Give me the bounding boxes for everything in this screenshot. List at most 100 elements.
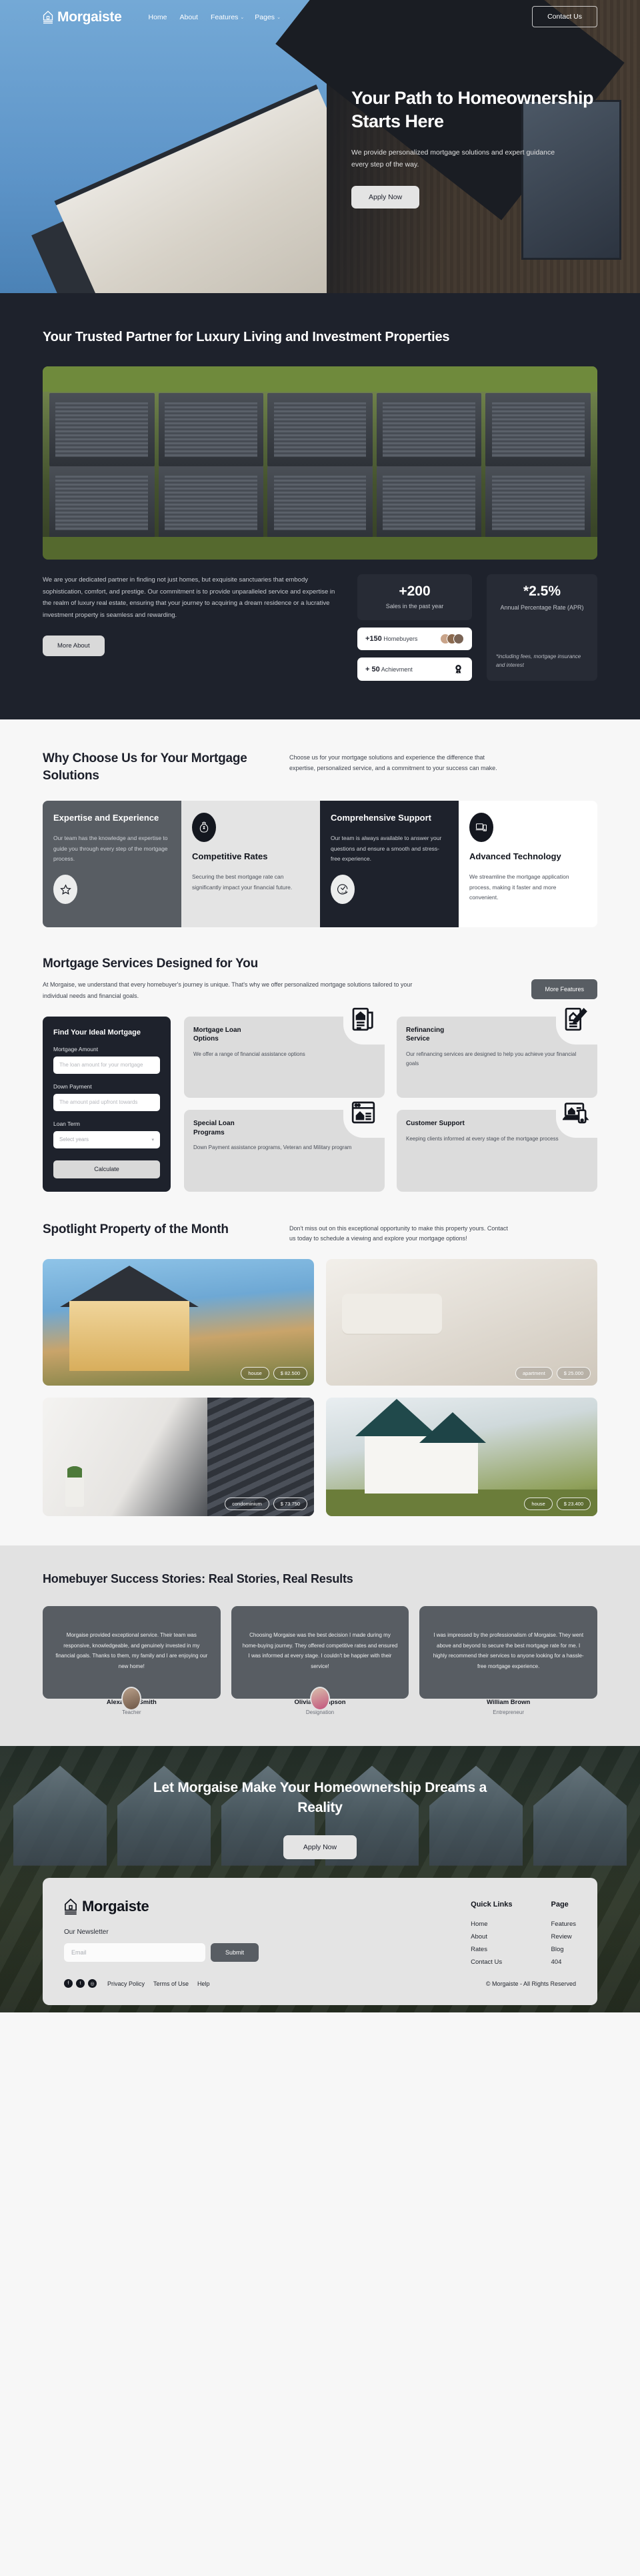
loan-term-select[interactable]: Select years ▾ <box>53 1130 160 1148</box>
footer-link-contact[interactable]: Contact Us <box>471 1958 512 1966</box>
sales-stat-value: +200 <box>399 584 431 599</box>
page-root: Morgaiste Home About Features ⌄ Pages ⌄ <box>0 0 640 2012</box>
property-tags: house $ 82.500 <box>241 1367 307 1380</box>
testimonial-quote: Morgaise provided exceptional service. T… <box>55 1632 208 1669</box>
why-card-rates[interactable]: Competitive Rates Securing the best mort… <box>181 801 320 928</box>
laptop-phone-icon <box>563 1102 589 1124</box>
hero-apply-now-button[interactable]: Apply Now <box>351 185 420 209</box>
loan-term-value: Select years <box>59 1136 89 1143</box>
why-card-title: Comprehensive Support <box>331 813 431 823</box>
social-links: f t ◎ <box>64 1979 97 1988</box>
property-card[interactable]: house $ 82.500 <box>43 1259 314 1386</box>
footer-link-review[interactable]: Review <box>551 1933 577 1940</box>
why-card-technology[interactable]: Advanced Technology We streamline the mo… <box>459 801 597 928</box>
why-card-support[interactable]: Comprehensive Support Our team is always… <box>320 801 459 928</box>
spotlight-body: Don't miss out on this exceptional oppor… <box>289 1224 508 1242</box>
property-card[interactable]: apartment $ 25.000 <box>326 1259 597 1386</box>
testimonials-grid: Morgaise provided exceptional service. T… <box>43 1606 597 1715</box>
hero-title: Your Path to Homeownership Starts Here <box>351 88 594 131</box>
down-payment-input[interactable] <box>53 1093 160 1111</box>
spotlight-section: Spotlight Property of the Month Don't mi… <box>0 1192 640 1517</box>
why-card-title: Advanced Technology <box>469 851 561 862</box>
services-section: Mortgage Services Designed for You At Mo… <box>0 927 640 1192</box>
property-card[interactable]: condominium $ 73.750 <box>43 1398 314 1517</box>
about-body: We are your dedicated partner in finding… <box>43 576 335 619</box>
homebuyers-value: +150 <box>365 635 382 643</box>
property-price-badge: $ 23.400 <box>556 1498 591 1511</box>
property-price-badge: $ 82.500 <box>273 1367 307 1380</box>
help-link[interactable]: Help <box>197 1980 210 1987</box>
mortgage-amount-input[interactable] <box>53 1056 160 1074</box>
about-heading: Your Trusted Partner for Luxury Living a… <box>43 330 450 344</box>
instagram-icon[interactable]: ◎ <box>88 1979 97 1988</box>
service-card-loan-options[interactable]: Mortgage Loan Options We offer a range o… <box>184 1007 385 1098</box>
footer: Morgaiste Our Newsletter Submit Quick Li… <box>43 1878 597 2006</box>
footer-link-404[interactable]: 404 <box>551 1958 577 1966</box>
nav-item-features[interactable]: Features ⌄ <box>211 13 244 21</box>
more-about-button[interactable]: More About <box>43 636 105 657</box>
twitter-icon[interactable]: t <box>76 1979 85 1988</box>
testimonial-item: I was impressed by the professionalism o… <box>419 1606 597 1715</box>
why-heading: Why Choose Us for Your Mortgage Solution… <box>43 751 247 783</box>
nav-links: Home About Features ⌄ Pages ⌄ <box>149 13 281 21</box>
service-card-special-loans[interactable]: Special Loan Programs Down Payment assis… <box>184 1101 385 1192</box>
spotlight-heading: Spotlight Property of the Month <box>43 1222 229 1236</box>
more-features-button[interactable]: More Features <box>531 979 597 1000</box>
terms-of-use-link[interactable]: Terms of Use <box>153 1980 189 1987</box>
footer-link-columns: Quick Links Home About Rates Contact Us … <box>471 1901 576 1971</box>
footer-link-features[interactable]: Features <box>551 1921 577 1928</box>
newsletter-email-input[interactable] <box>64 1943 205 1962</box>
about-stat-column: +200 Sales in the past year +150 Homebuy… <box>357 574 472 681</box>
homebuyers-label: Homebuyers <box>383 636 418 642</box>
nav-item-pages[interactable]: Pages ⌄ <box>255 13 281 21</box>
testimonial-card: Morgaise provided exceptional service. T… <box>43 1606 221 1711</box>
footer-link-home[interactable]: Home <box>471 1921 512 1928</box>
brand-logo[interactable]: Morgaiste <box>43 9 122 25</box>
contact-us-button[interactable]: Contact Us <box>532 6 597 27</box>
facebook-icon[interactable]: f <box>64 1979 73 1988</box>
property-type-badge: condominium <box>225 1498 269 1511</box>
cta-content: Let Morgaise Make Your Homeownership Dre… <box>0 1746 640 1860</box>
service-card-body: We offer a range of financial assistance… <box>193 1051 305 1057</box>
newsletter-submit-button[interactable]: Submit <box>211 1943 259 1962</box>
service-card-title: Mortgage Loan Options <box>193 1026 241 1043</box>
footer-page-links: Page Features Review Blog 404 <box>551 1901 577 1971</box>
about-grid: We are your dedicated partner in finding… <box>43 574 597 681</box>
testimonial-card: Choosing Morgaise was the best decision … <box>231 1606 409 1711</box>
apr-card: *2.5% Annual Percentage Rate (APR) *incl… <box>487 574 597 681</box>
house-logo-icon <box>43 11 53 24</box>
footer-link-about[interactable]: About <box>471 1933 512 1940</box>
devices-icon <box>469 813 493 843</box>
money-bag-icon <box>192 813 216 843</box>
testimonials-section: Homebuyer Success Stories: Real Stories,… <box>0 1545 640 1746</box>
cta-apply-now-button[interactable]: Apply Now <box>283 1835 357 1860</box>
why-card-body: We streamline the mortgage application p… <box>469 873 569 901</box>
nav-label: Features <box>210 13 239 21</box>
cta-section: Let Morgaise Make Your Homeownership Dre… <box>0 1745 640 2012</box>
about-aerial-photo <box>43 366 597 560</box>
hero-section: Morgaiste Home About Features ⌄ Pages ⌄ <box>0 0 640 293</box>
why-card-title: Competitive Rates <box>192 851 268 862</box>
achievement-pill: + 50 Achievment <box>357 657 472 681</box>
service-card-customer-support[interactable]: Customer Support Keeping clients informe… <box>397 1102 597 1192</box>
privacy-policy-link[interactable]: Privacy Policy <box>107 1980 145 1987</box>
service-card-refinancing[interactable]: Refinancing Service Our refinancing serv… <box>397 1007 597 1098</box>
calculate-button[interactable]: Calculate <box>53 1160 160 1178</box>
homebuyers-pill: +150 Homebuyers <box>357 628 472 650</box>
mortgage-amount-label: Mortgage Amount <box>53 1045 99 1053</box>
main-navbar: Morgaiste Home About Features ⌄ Pages ⌄ <box>0 0 640 35</box>
footer-bottom: f t ◎ Privacy Policy Terms of Use Help ©… <box>64 1979 576 1988</box>
hero-copy: Your Path to Homeownership Starts Here W… <box>351 87 605 209</box>
why-card-expertise[interactable]: Expertise and Experience Our team has th… <box>43 801 181 928</box>
about-section: Your Trusted Partner for Luxury Living a… <box>0 293 640 719</box>
hero-subtitle: We provide personalized mortgage solutio… <box>351 149 555 169</box>
footer-link-blog[interactable]: Blog <box>551 1946 577 1953</box>
nav-item-home[interactable]: Home <box>149 13 169 21</box>
testimonial-card: I was impressed by the professionalism o… <box>419 1606 597 1699</box>
service-card-body: Down Payment assistance programs, Vetera… <box>193 1144 352 1151</box>
footer-quick-links: Quick Links Home About Rates Contact Us <box>471 1901 512 1971</box>
achievement-value: + 50 <box>365 665 380 673</box>
property-card[interactable]: house $ 23.400 <box>326 1398 597 1517</box>
footer-link-rates[interactable]: Rates <box>471 1946 512 1953</box>
nav-item-about[interactable]: About <box>180 13 200 21</box>
